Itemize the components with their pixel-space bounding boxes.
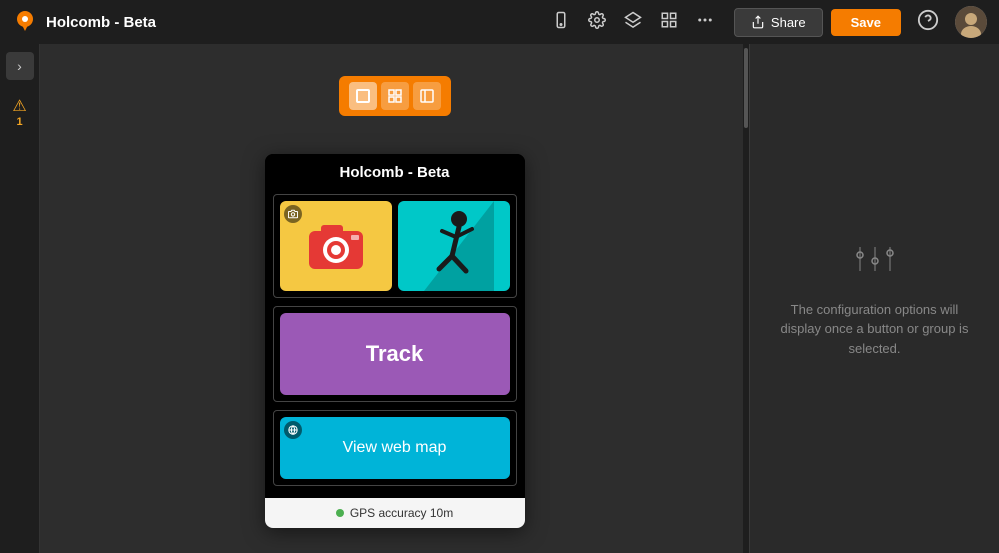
mobile-icon[interactable]: [552, 11, 570, 34]
phone-header: Holcomb - Beta: [265, 154, 525, 190]
gps-dot: [336, 509, 344, 517]
right-panel: The configuration options will display o…: [749, 44, 999, 553]
phone-body: Track View web map: [265, 190, 525, 498]
logo-icon: [12, 9, 38, 35]
save-button[interactable]: Save: [831, 9, 901, 36]
share-button[interactable]: Share: [734, 8, 823, 37]
app-title: Holcomb - Beta: [46, 14, 156, 31]
avatar[interactable]: [955, 6, 987, 38]
image-buttons-row: [273, 194, 517, 298]
phone-mockup: Holcomb - Beta: [265, 154, 525, 528]
track-button-container: Track: [273, 306, 517, 402]
track-button[interactable]: Track: [280, 313, 510, 395]
help-icon[interactable]: [917, 9, 939, 36]
camera-badge: [284, 205, 302, 223]
main: › ⚠ 1: [0, 44, 999, 553]
warning-icon: ⚠: [12, 96, 26, 116]
layers-icon[interactable]: [624, 11, 642, 34]
climbing-button[interactable]: [398, 201, 510, 291]
toolbar-btn-1[interactable]: [349, 82, 377, 110]
sidebar-toggle[interactable]: ›: [6, 52, 34, 80]
toolbar-btn-2[interactable]: [381, 82, 409, 110]
config-sliders-icon: [850, 239, 900, 284]
sidebar-warning: ⚠ 1: [12, 96, 26, 128]
phone-title: Holcomb - Beta: [339, 164, 449, 181]
phone-toolbar: [339, 76, 451, 116]
camera-button[interactable]: [280, 201, 392, 291]
share-label: Share: [771, 15, 806, 30]
scroll-indicator: [743, 44, 749, 553]
webmap-button-label: View web map: [343, 439, 447, 457]
warning-count: 1: [16, 116, 22, 128]
export-icon[interactable]: [660, 11, 678, 34]
track-button-label: Track: [366, 341, 424, 367]
gps-text: GPS accuracy 10m: [350, 506, 453, 520]
app-logo: Holcomb - Beta: [12, 9, 156, 35]
left-sidebar: › ⚠ 1: [0, 44, 40, 553]
chevron-left-icon: ›: [17, 58, 22, 74]
webmap-button-container: View web map: [273, 410, 517, 486]
gear-icon[interactable]: [588, 11, 606, 34]
topnav-icons: [552, 11, 714, 34]
canvas-area: Holcomb - Beta: [40, 44, 749, 553]
scroll-thumb[interactable]: [744, 48, 748, 128]
toolbar-btn-3[interactable]: [413, 82, 441, 110]
webmap-button[interactable]: View web map: [280, 417, 510, 479]
gps-status: GPS accuracy 10m: [265, 498, 525, 528]
more-icon[interactable]: [696, 11, 714, 34]
config-message: The configuration options will display o…: [770, 300, 979, 359]
webmap-badge: [284, 421, 302, 439]
topnav: Holcomb - Beta: [0, 0, 999, 44]
